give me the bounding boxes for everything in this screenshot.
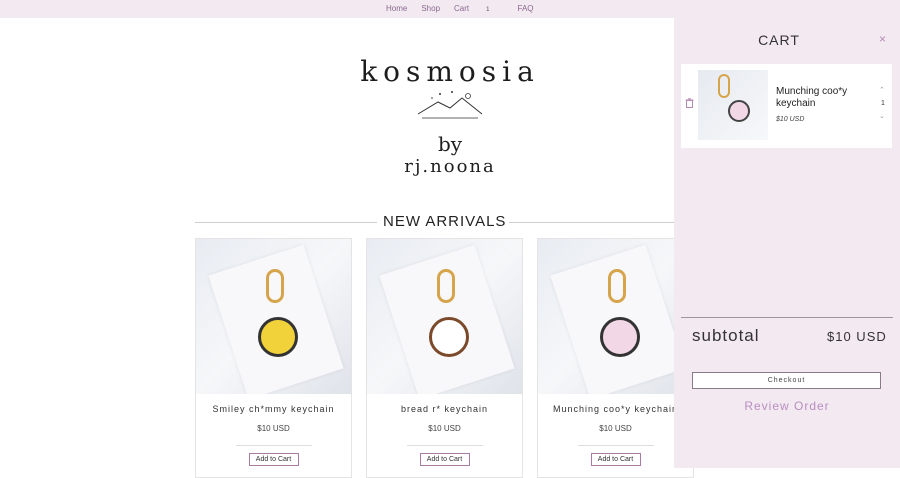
mountain-stars-icon xyxy=(417,91,483,119)
close-icon[interactable]: × xyxy=(879,32,886,46)
heading-rule-right xyxy=(509,222,695,223)
add-to-cart-button[interactable]: Add to Cart xyxy=(590,453,641,466)
new-arrivals-heading: NEW ARRIVALS xyxy=(195,212,695,232)
product-image[interactable] xyxy=(367,239,522,394)
product-price: $10 USD xyxy=(428,424,461,433)
product-card[interactable]: Munching coo*y keychain $10 USD Add to C… xyxy=(537,238,694,478)
cart-item-name[interactable]: Munching coo*y keychain xyxy=(776,86,866,110)
subtotal-value: $10 USD xyxy=(827,329,887,344)
nav-shop-link[interactable]: Shop xyxy=(421,4,440,13)
nav-home-link[interactable]: Home xyxy=(386,4,407,13)
cart-count-badge: 1 xyxy=(486,7,490,13)
nav-links: Home Shop Cart 1 FAQ xyxy=(386,4,548,13)
chevron-down-icon[interactable]: ⌄ xyxy=(879,112,885,120)
cart-item: Munching coo*y keychain $10 USD ⌃ 1 ⌄ xyxy=(681,64,892,148)
brand-by: by xyxy=(437,132,463,156)
cart-title: CART xyxy=(758,32,800,48)
checkout-button[interactable]: Checkout xyxy=(692,372,881,389)
cart-item-quantity[interactable]: 1 xyxy=(881,100,885,107)
heading-rule-left xyxy=(195,222,377,223)
nav-faq-link[interactable]: FAQ xyxy=(518,4,534,13)
cart-item-thumbnail[interactable] xyxy=(698,70,768,140)
chevron-up-icon[interactable]: ⌃ xyxy=(879,86,885,94)
brand-author: rj.noona xyxy=(404,156,496,177)
product-card[interactable]: Smiley ch*mmy keychain $10 USD Add to Ca… xyxy=(195,238,352,478)
add-to-cart-button[interactable]: Add to Cart xyxy=(419,453,470,466)
brand-name: kosmosia xyxy=(360,55,540,88)
add-to-cart-button[interactable]: Add to Cart xyxy=(248,453,299,466)
charm-icon xyxy=(600,317,640,357)
nav-cart-label: Cart xyxy=(454,4,470,13)
review-order-link[interactable]: Review Order xyxy=(674,399,900,413)
product-image[interactable] xyxy=(538,239,693,394)
cart-drawer: CART × Munching coo*y keychain $10 USD ⌃… xyxy=(674,18,900,468)
product-card[interactable]: bread r* keychain $10 USD Add to Cart xyxy=(366,238,523,478)
product-price: $10 USD xyxy=(599,424,632,433)
product-name[interactable]: Munching coo*y keychain xyxy=(538,404,693,414)
product-image[interactable] xyxy=(196,239,351,394)
subtotal-divider xyxy=(681,317,893,318)
charm-icon xyxy=(258,317,298,357)
subtotal-label: subtotal xyxy=(692,326,760,345)
product-name[interactable]: bread r* keychain xyxy=(367,404,522,414)
nav-cart-link[interactable]: Cart 1 xyxy=(454,4,503,13)
product-price: $10 USD xyxy=(257,424,290,433)
brand-logo[interactable]: kosmosia by rj.noona xyxy=(330,55,570,177)
top-navigation: Home Shop Cart 1 FAQ xyxy=(0,0,900,18)
cart-item-price: $10 USD xyxy=(776,116,805,123)
charm-icon xyxy=(429,317,469,357)
trash-icon[interactable] xyxy=(685,98,694,110)
product-name[interactable]: Smiley ch*mmy keychain xyxy=(196,404,351,414)
section-title: NEW ARRIVALS xyxy=(383,213,507,230)
